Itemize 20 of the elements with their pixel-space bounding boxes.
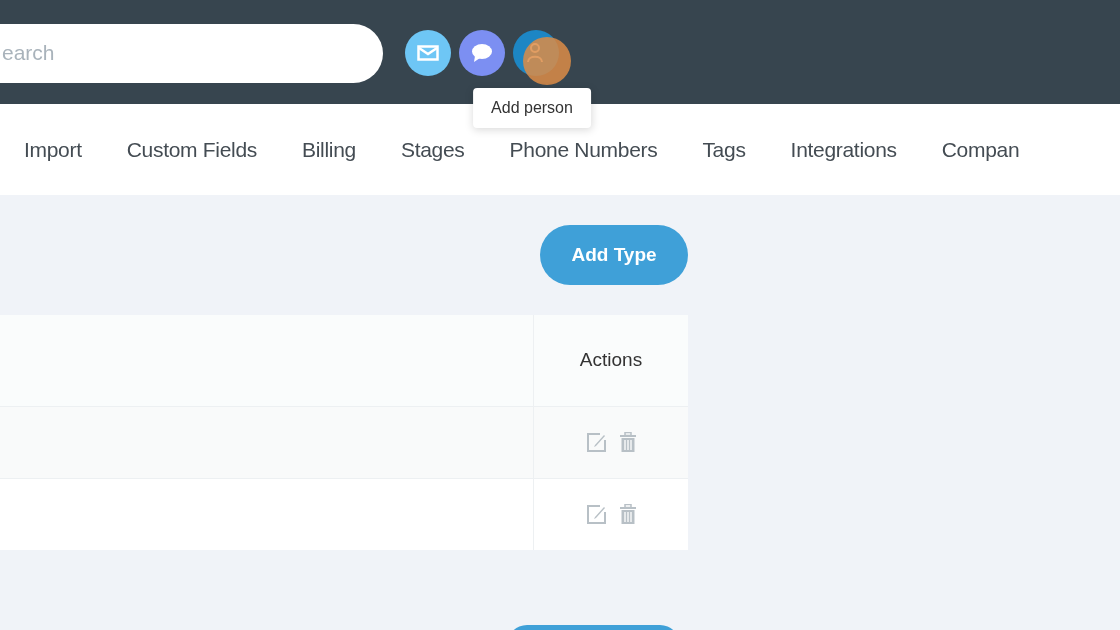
nav-link[interactable]: Integrations [790,133,897,166]
nav-link[interactable]: Billing [302,133,356,166]
tooltip: Add person [473,88,591,128]
mail-button[interactable] [405,30,451,76]
nav-link[interactable]: Custom Fields [126,133,258,166]
nav-link[interactable]: Stages [400,133,465,166]
click-marker [523,37,571,85]
trash-icon[interactable] [618,504,637,525]
edit-icon[interactable] [585,504,607,525]
trash-icon[interactable] [618,432,637,453]
search-field[interactable]: earch [0,23,383,83]
chat-button[interactable] [459,30,505,76]
nav-link[interactable]: Phone Numbers [509,133,658,166]
nav-link[interactable]: Tags [702,133,746,166]
nav-link[interactable]: Import [24,133,82,166]
chat-icon [471,43,493,63]
mail-icon [417,45,439,61]
edit-icon[interactable] [585,432,607,453]
column-header: Actions [579,348,643,373]
nav-link[interactable]: Compan [941,133,1020,166]
